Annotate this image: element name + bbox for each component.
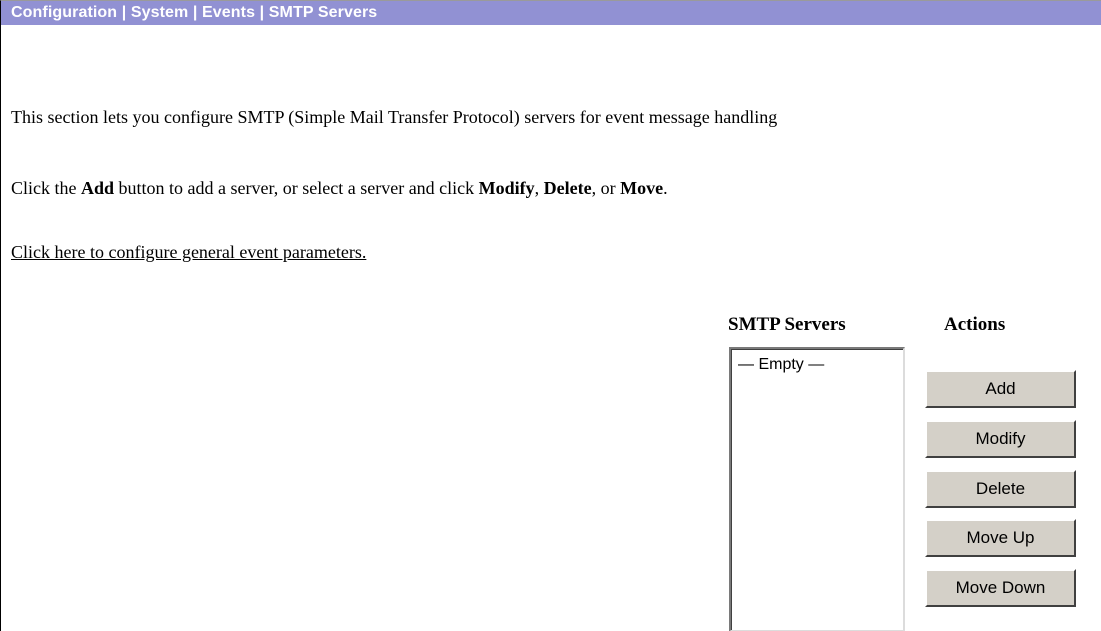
instructions-move-keyword: Move — [620, 178, 664, 198]
instructions-part1: Click the — [11, 178, 81, 198]
listbox-inner-bevel: — Empty — — [731, 349, 903, 630]
instructions-delete-keyword: Delete — [543, 178, 592, 198]
actions-heading: Actions — [944, 314, 1006, 335]
move-up-button[interactable]: Move Up — [925, 519, 1076, 557]
instructions-end: . — [663, 178, 668, 198]
instructions-sep2: , or — [591, 178, 621, 198]
delete-button[interactable]: Delete — [925, 470, 1076, 508]
section-description: This section lets you configure SMTP (Si… — [11, 107, 778, 127]
instructions-text: Click the Add button to add a server, or… — [11, 178, 668, 199]
modify-button[interactable]: Modify — [925, 420, 1076, 458]
instructions-modify-keyword: Modify — [478, 178, 535, 198]
page-header-bar: Configuration | System | Events | SMTP S… — [1, 1, 1101, 25]
move-down-button[interactable]: Move Down — [925, 569, 1076, 607]
list-item[interactable]: — Empty — — [738, 356, 824, 374]
instructions-sep1: , — [534, 178, 544, 198]
breadcrumb: Configuration | System | Events | SMTP S… — [11, 4, 378, 21]
smtp-servers-heading: SMTP Servers — [728, 314, 846, 335]
instructions-part2: button to add a server, or select a serv… — [114, 178, 479, 198]
page-frame: Configuration | System | Events | SMTP S… — [0, 0, 1101, 631]
general-event-parameters-link[interactable]: Click here to configure general event pa… — [11, 242, 366, 263]
add-button[interactable]: Add — [925, 370, 1076, 408]
smtp-servers-listbox[interactable]: — Empty — — [729, 347, 905, 631]
instructions-add-keyword: Add — [81, 178, 115, 198]
